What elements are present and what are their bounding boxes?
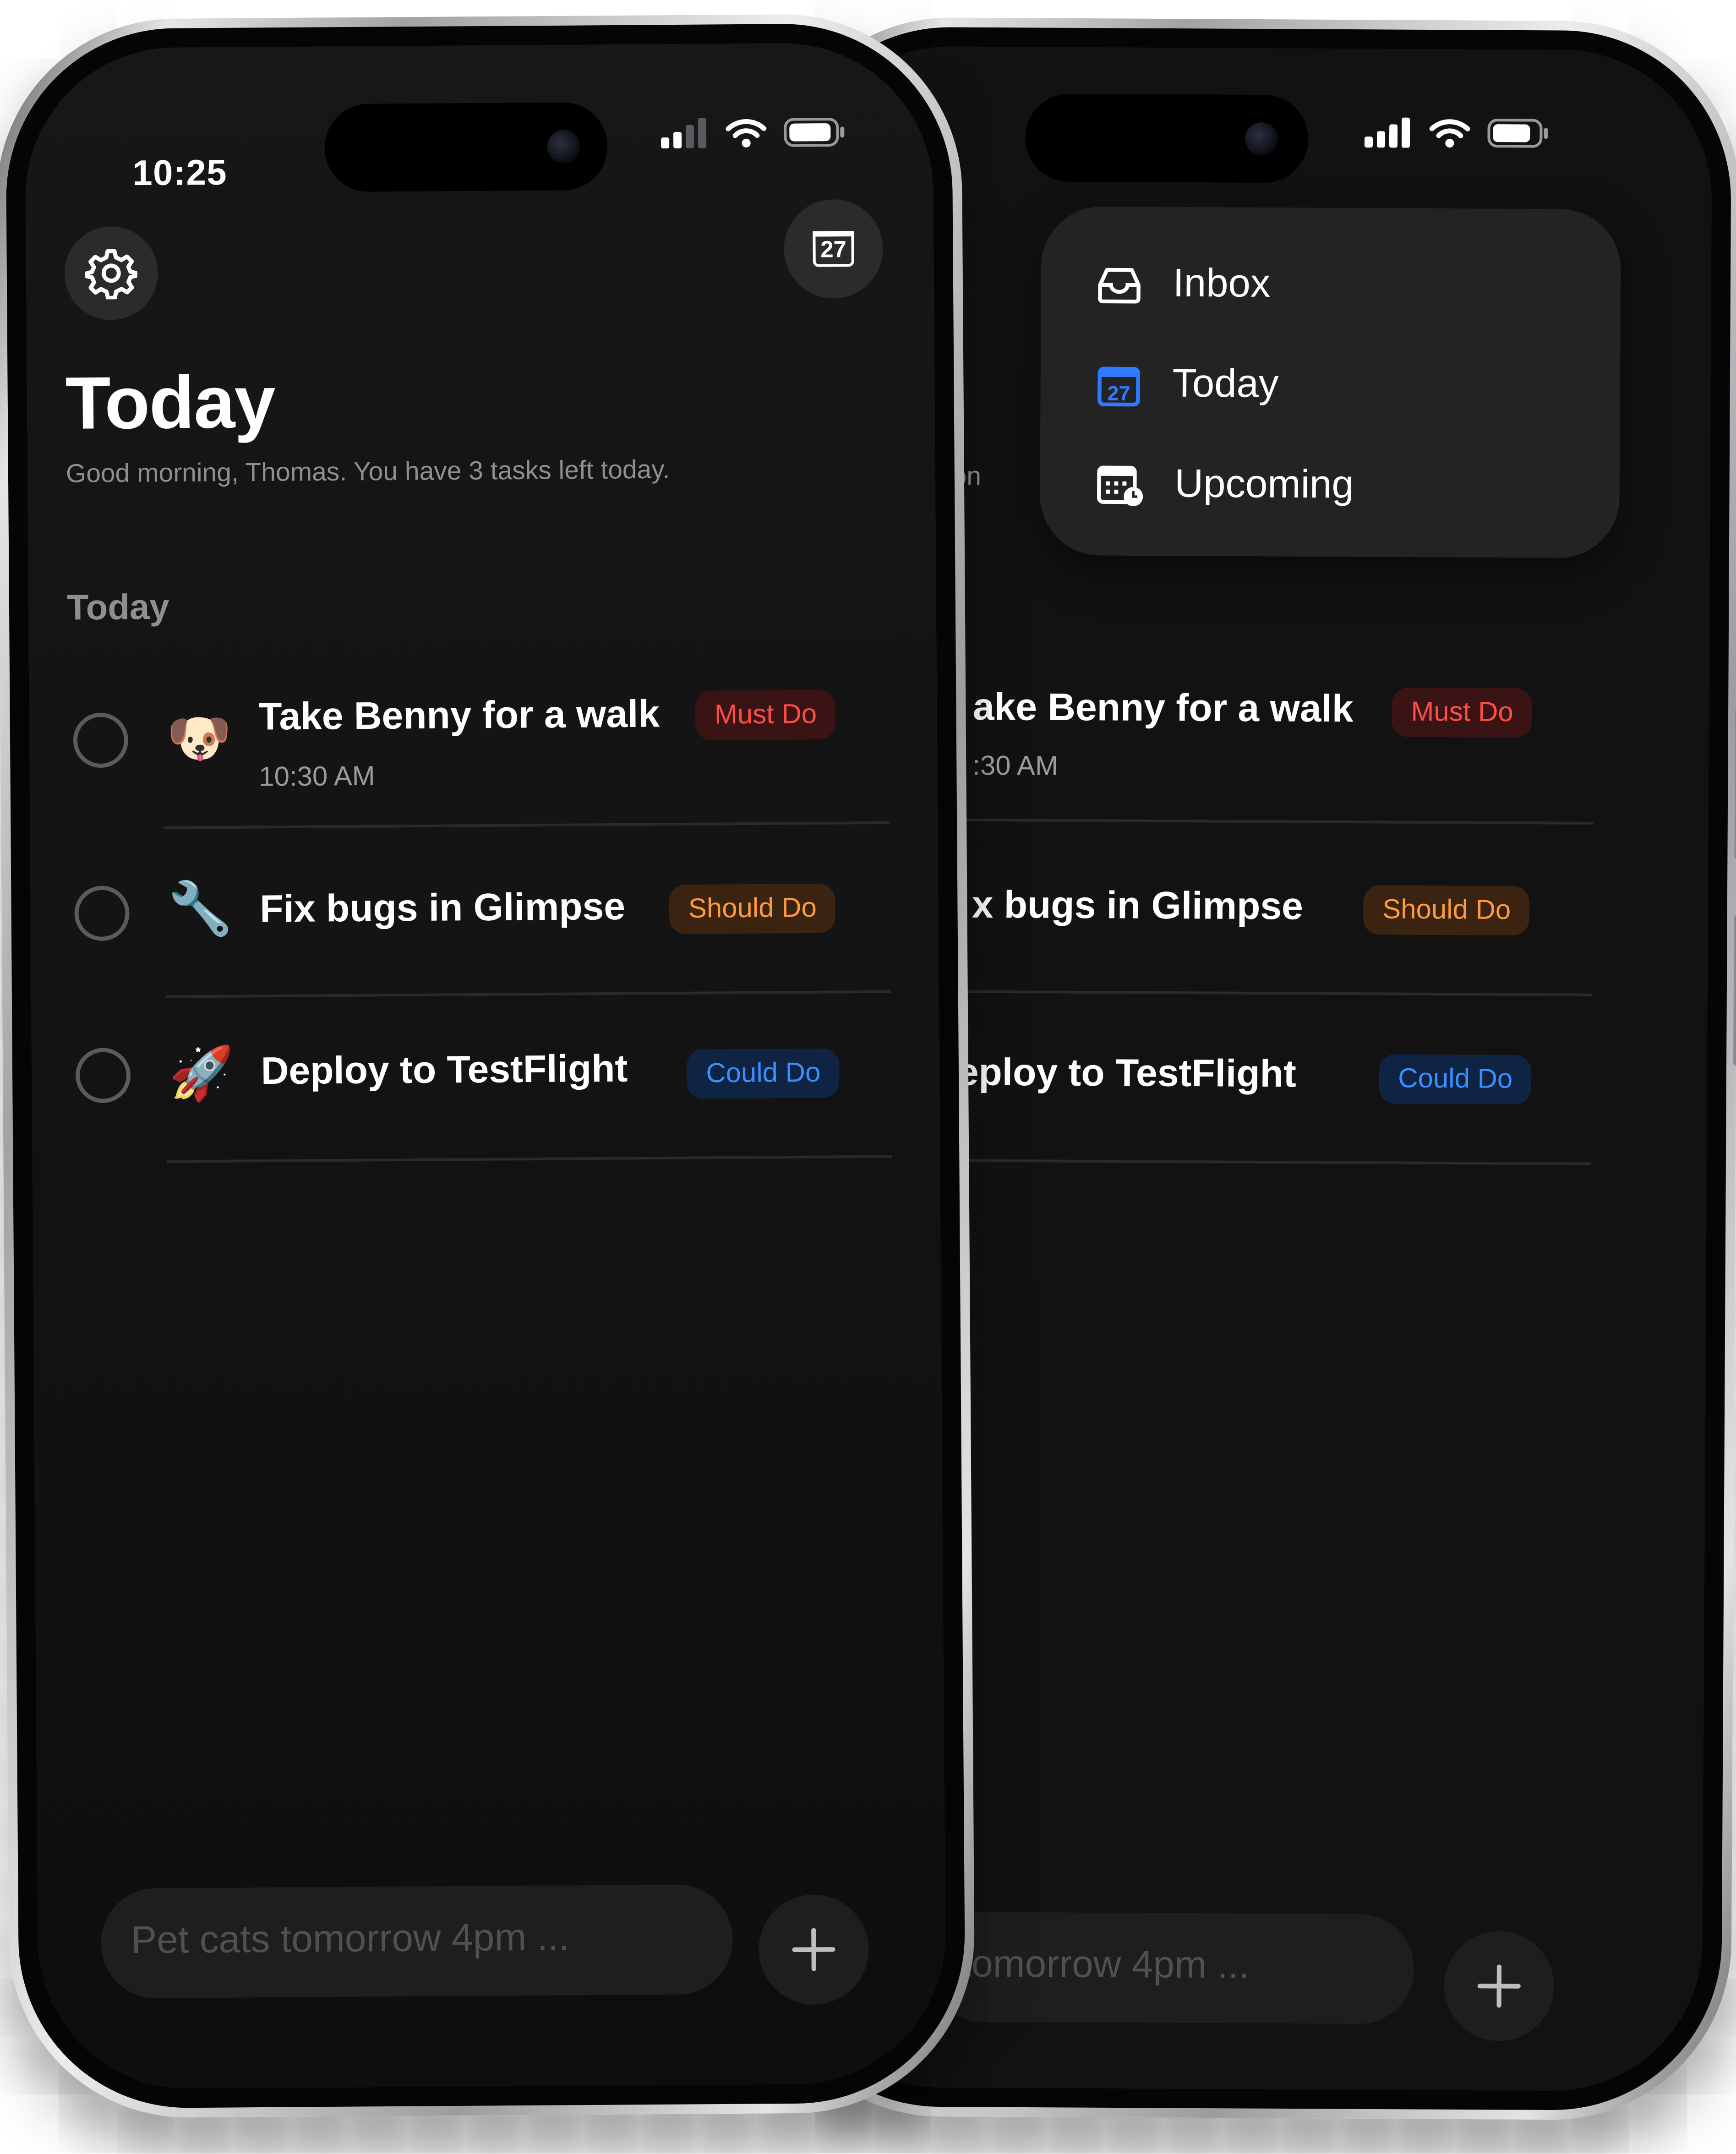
battery-icon <box>1487 119 1548 148</box>
task-time: :30 AM <box>972 751 1059 782</box>
plus-icon <box>792 1928 835 1971</box>
menu-item-label: Today <box>1172 362 1279 407</box>
gear-icon <box>85 249 138 300</box>
calendar-upcoming-icon <box>1097 465 1143 506</box>
page-subtitle: Good morning, Thomas. You have 3 tasks l… <box>66 456 670 489</box>
divider <box>165 990 891 998</box>
quick-add-input[interactable]: Pet cats tomorrow 4pm ... <box>100 1884 733 1999</box>
wifi-icon <box>726 119 767 148</box>
section-header: Today <box>66 586 170 628</box>
rocket-icon: 🚀 <box>169 1045 235 1104</box>
wifi-icon <box>1429 119 1470 148</box>
inbox-tray-icon <box>1098 267 1141 303</box>
input-placeholder: Pet cats tomorrow 4pm ... <box>131 1915 569 1962</box>
wrench-icon: 🔧 <box>167 880 233 939</box>
status-icons <box>660 117 846 149</box>
menu-item-inbox[interactable]: Inbox <box>1096 262 1271 308</box>
calendar-button[interactable]: 27 <box>783 199 884 299</box>
quick-add-input[interactable]: tomorrow 4pm ... <box>928 1912 1414 2024</box>
task-checkbox[interactable] <box>75 1048 131 1103</box>
side-button <box>1734 708 1736 860</box>
status-time: 10:25 <box>132 151 228 194</box>
svg-text:27: 27 <box>1107 381 1130 404</box>
plus-icon <box>1477 1964 1521 2008</box>
cellular-signal-icon <box>1364 117 1410 148</box>
task-checkbox[interactable] <box>74 886 130 941</box>
navigation-menu: Inbox 27 Today Upcoming <box>1039 206 1621 558</box>
mockup-scene: on Inbox 27 Today Upcoming ake Benny for… <box>0 0 1736 2154</box>
task-checkbox[interactable] <box>73 712 129 768</box>
calendar-today-icon: 27 <box>1097 366 1140 406</box>
menu-item-label: Upcoming <box>1174 462 1354 508</box>
priority-tag-must: Must Do <box>695 689 836 740</box>
priority-tag-should: Should Do <box>669 883 836 935</box>
side-button <box>1733 914 1736 1066</box>
dynamic-island <box>1025 93 1309 183</box>
status-icons <box>1363 117 1550 148</box>
task-time: 10:30 AM <box>259 761 375 793</box>
divider <box>957 990 1593 996</box>
priority-tag-could: Could Do <box>686 1048 840 1099</box>
left-screen: 10:25 27 Today Good morning, Thomas. You… <box>24 42 947 2090</box>
divider <box>958 818 1593 825</box>
task-title[interactable]: eploy to TestFlight <box>957 1050 1297 1096</box>
front-camera <box>1245 122 1278 156</box>
divider <box>956 1159 1592 1165</box>
front-camera <box>547 130 580 163</box>
task-title[interactable]: x bugs in Glimpse <box>972 883 1303 929</box>
task-title[interactable]: Deploy to TestFlight <box>261 1047 628 1094</box>
task-title[interactable]: Take Benny for a walk <box>258 693 660 739</box>
dynamic-island <box>324 102 608 192</box>
menu-item-upcoming[interactable]: Upcoming <box>1095 462 1354 509</box>
priority-tag-should: Should Do <box>1363 885 1530 936</box>
page-title: Today <box>65 361 275 445</box>
task-title[interactable]: ake Benny for a walk <box>973 685 1354 731</box>
cellular-signal-icon <box>661 118 707 149</box>
battery-icon <box>784 118 845 147</box>
add-task-button[interactable] <box>1444 1930 1555 2042</box>
dog-icon: 🐶 <box>166 711 232 769</box>
priority-tag-must: Must Do <box>1392 687 1533 738</box>
left-phone: 10:25 27 Today Good morning, Thomas. You… <box>0 13 976 2119</box>
divider <box>167 1155 892 1163</box>
divider <box>164 821 890 829</box>
calendar-icon: 27 <box>813 231 854 267</box>
task-title[interactable]: Fix bugs in Glimpse <box>260 885 625 932</box>
menu-item-today[interactable]: 27 Today <box>1095 362 1279 408</box>
add-task-button[interactable] <box>758 1894 869 2005</box>
menu-item-label: Inbox <box>1173 262 1271 306</box>
input-placeholder: tomorrow 4pm ... <box>961 1942 1250 1986</box>
settings-button[interactable] <box>64 226 158 321</box>
priority-tag-could: Could Do <box>1378 1054 1532 1104</box>
